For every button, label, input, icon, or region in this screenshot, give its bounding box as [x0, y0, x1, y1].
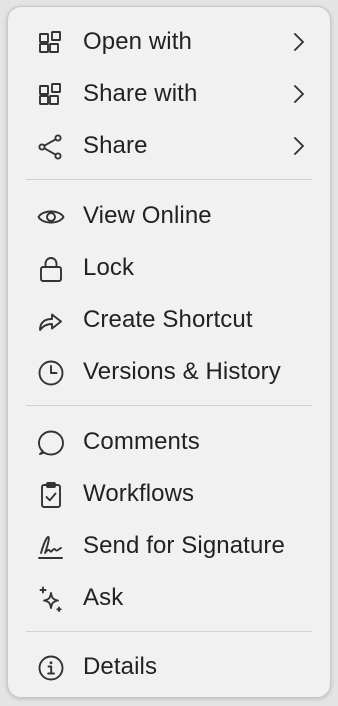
- eye-icon: [37, 203, 65, 231]
- chevron-right-icon: [292, 30, 306, 54]
- sparkle-icon: [37, 585, 65, 613]
- menu-item-create-shortcut[interactable]: Create Shortcut: [8, 294, 330, 346]
- menu-item-workflows[interactable]: Workflows: [8, 468, 330, 520]
- menu-item-open-with[interactable]: Open with: [8, 16, 330, 68]
- menu-item-share[interactable]: Share: [8, 120, 330, 172]
- menu-item-share-with[interactable]: Share with: [8, 68, 330, 120]
- shortcut-arrow-icon: [37, 307, 65, 335]
- menu-item-view-online[interactable]: View Online: [8, 190, 330, 242]
- menu-divider: [26, 405, 312, 406]
- clock-icon: [37, 359, 65, 387]
- context-menu: Open with Share with Share View Online L…: [7, 6, 331, 698]
- menu-divider: [26, 179, 312, 180]
- menu-item-label: Versions & History: [83, 358, 281, 385]
- clipboard-check-icon: [37, 481, 65, 509]
- menu-divider: [26, 631, 312, 632]
- menu-item-comments[interactable]: Comments: [8, 416, 330, 468]
- info-icon: [37, 654, 65, 682]
- menu-item-label: View Online: [83, 202, 212, 229]
- chevron-right-icon: [292, 134, 306, 158]
- chevron-right-icon: [292, 82, 306, 106]
- menu-item-versions-history[interactable]: Versions & History: [8, 346, 330, 398]
- menu-item-details[interactable]: Details: [8, 641, 330, 693]
- apps-icon: [37, 81, 65, 109]
- menu-item-label: Send for Signature: [83, 532, 285, 559]
- menu-item-ask[interactable]: Ask: [8, 572, 330, 624]
- lock-icon: [37, 255, 65, 283]
- menu-item-label: Lock: [83, 254, 135, 281]
- menu-item-label: Create Shortcut: [83, 306, 253, 333]
- signature-icon: [37, 533, 65, 561]
- menu-item-label: Comments: [83, 428, 200, 455]
- menu-item-label: Share with: [83, 80, 198, 107]
- menu-item-label: Details: [83, 653, 158, 680]
- menu-item-label: Share: [83, 132, 148, 159]
- menu-item-label: Open with: [83, 28, 192, 55]
- menu-item-label: Ask: [83, 584, 124, 611]
- comment-icon: [37, 429, 65, 457]
- menu-item-label: Workflows: [83, 480, 195, 507]
- menu-item-lock[interactable]: Lock: [8, 242, 330, 294]
- menu-item-send-for-signature[interactable]: Send for Signature: [8, 520, 330, 572]
- share-icon: [37, 133, 65, 161]
- apps-icon: [37, 29, 65, 57]
